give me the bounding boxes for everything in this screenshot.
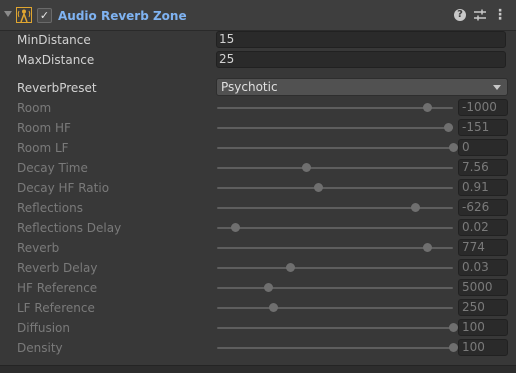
- room-lf-slider-track[interactable]: [217, 147, 453, 149]
- decay-time-slider-thumb[interactable]: [302, 163, 312, 172]
- chevron-down-icon: [493, 85, 501, 90]
- room-lf-label: Room LF: [17, 141, 69, 155]
- decay-time-slider-track[interactable]: [217, 167, 453, 169]
- reverb-preset-label: ReverbPreset: [17, 81, 97, 95]
- lf-reference-slider-thumb[interactable]: [269, 303, 279, 312]
- density-slider-thumb[interactable]: [448, 343, 458, 352]
- room-lf-slider-thumb[interactable]: [448, 143, 458, 152]
- reverb-delay-value-field[interactable]: 0.03: [458, 259, 508, 276]
- reflections-delay-slider-thumb[interactable]: [231, 223, 241, 232]
- reverb-delay-slider-thumb[interactable]: [285, 263, 295, 272]
- room-slider-thumb[interactable]: [422, 103, 432, 112]
- reflections-delay-slider-track[interactable]: [217, 227, 453, 229]
- reflections-slider-thumb[interactable]: [410, 203, 420, 212]
- preset-sliders-icon[interactable]: [473, 8, 487, 22]
- room-value-field[interactable]: -1000: [458, 99, 508, 116]
- room-slider-track[interactable]: [217, 107, 453, 109]
- reverb-preset-dropdown[interactable]: Psychotic: [216, 78, 508, 96]
- component-header: ✓ Audio Reverb Zone ? ⋮: [0, 0, 516, 31]
- component-title: Audio Reverb Zone: [58, 9, 187, 23]
- reverb-slider-track[interactable]: [217, 247, 453, 249]
- diffusion-value-field[interactable]: 100: [458, 319, 508, 336]
- decay-hf-ratio-label: Decay HF Ratio: [17, 181, 110, 195]
- room-lf-value-field[interactable]: 0: [458, 139, 508, 156]
- reflections-value-field[interactable]: -626: [458, 199, 508, 216]
- density-label: Density: [17, 341, 63, 355]
- reverb-delay-slider-track[interactable]: [217, 267, 453, 269]
- max-distance-field[interactable]: 25: [216, 51, 506, 68]
- lf-reference-slider-track[interactable]: [217, 307, 453, 309]
- lf-reference-label: LF Reference: [17, 301, 95, 315]
- lf-reference-value-field[interactable]: 250: [458, 299, 508, 316]
- decay-hf-ratio-value-field[interactable]: 0.91: [458, 179, 508, 196]
- diffusion-slider-track[interactable]: [217, 327, 453, 329]
- decay-hf-ratio-slider-thumb[interactable]: [313, 183, 323, 192]
- room-hf-label: Room HF: [17, 121, 71, 135]
- reverb-value-field[interactable]: 774: [458, 239, 508, 256]
- reverb-slider-thumb[interactable]: [422, 243, 432, 252]
- room-hf-value-field[interactable]: -151: [458, 119, 508, 136]
- help-icon[interactable]: ?: [454, 9, 466, 21]
- audio-reverb-zone-icon: [16, 7, 32, 23]
- decay-time-label: Decay Time: [17, 161, 88, 175]
- hf-reference-slider-track[interactable]: [217, 287, 453, 289]
- room-label: Room: [17, 101, 52, 115]
- context-menu-icon[interactable]: ⋮: [493, 8, 507, 22]
- reverb-label: Reverb: [17, 241, 60, 255]
- diffusion-slider-thumb[interactable]: [448, 323, 458, 332]
- hf-reference-label: HF Reference: [17, 281, 98, 295]
- min-distance-label: MinDistance: [17, 33, 91, 47]
- min-distance-field[interactable]: 15: [216, 31, 506, 48]
- reflections-label: Reflections: [17, 201, 83, 215]
- foldout-arrow-icon[interactable]: [4, 11, 12, 17]
- diffusion-label: Diffusion: [17, 321, 70, 335]
- reverb-preset-value: Psychotic: [221, 80, 278, 94]
- reflections-delay-value-field[interactable]: 0.02: [458, 219, 508, 236]
- hf-reference-value-field[interactable]: 5000: [458, 279, 508, 296]
- enabled-checkbox[interactable]: ✓: [37, 8, 52, 23]
- reflections-delay-label: Reflections Delay: [17, 221, 122, 235]
- reverb-delay-label: Reverb Delay: [17, 261, 98, 275]
- density-value-field[interactable]: 100: [458, 339, 508, 356]
- decay-hf-ratio-slider-track[interactable]: [217, 187, 453, 189]
- hf-reference-slider-thumb[interactable]: [264, 283, 274, 292]
- decay-time-value-field[interactable]: 7.56: [458, 159, 508, 176]
- density-slider-track[interactable]: [217, 347, 453, 349]
- room-hf-slider-thumb[interactable]: [443, 123, 453, 132]
- room-hf-slider-track[interactable]: [217, 127, 453, 129]
- max-distance-label: MaxDistance: [17, 53, 95, 67]
